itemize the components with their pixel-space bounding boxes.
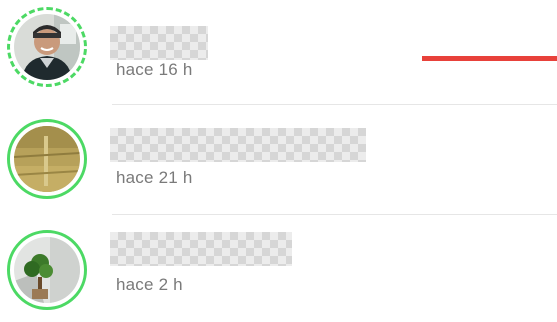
row-divider bbox=[112, 214, 557, 215]
story-timestamp: hace 16 h bbox=[116, 60, 193, 79]
story-row[interactable]: hace 21 h bbox=[0, 110, 557, 210]
username-redacted[interactable] bbox=[110, 232, 292, 266]
field-photo-icon bbox=[14, 126, 80, 192]
story-ring[interactable] bbox=[7, 119, 87, 199]
avatar[interactable] bbox=[14, 126, 80, 192]
story-timestamp: hace 21 h bbox=[116, 168, 193, 187]
username-redacted[interactable] bbox=[110, 26, 208, 60]
story-row[interactable]: hace 16 h bbox=[0, 0, 557, 100]
story-timestamp: hace 2 h bbox=[116, 275, 183, 294]
story-ring[interactable] bbox=[7, 230, 87, 310]
person-photo-icon bbox=[14, 14, 80, 80]
story-ring[interactable] bbox=[7, 7, 87, 87]
plant-photo-icon bbox=[14, 237, 80, 303]
avatar[interactable] bbox=[14, 14, 80, 80]
username-redacted[interactable] bbox=[110, 128, 366, 162]
story-row[interactable]: hace 2 h bbox=[0, 220, 557, 320]
row-divider bbox=[112, 104, 557, 105]
avatar[interactable] bbox=[14, 237, 80, 303]
